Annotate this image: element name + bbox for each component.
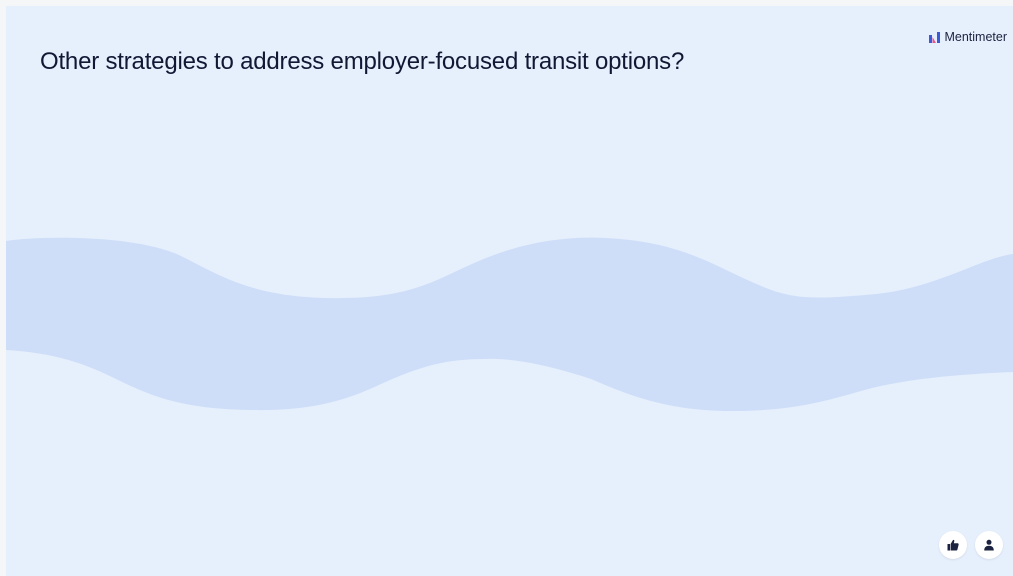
thumbs-up-icon — [947, 539, 959, 551]
like-button[interactable] — [939, 531, 967, 559]
profile-button[interactable] — [975, 531, 1003, 559]
presentation-slide: Other strategies to address employer-foc… — [6, 6, 1013, 576]
mentimeter-brand: Mentimeter — [929, 30, 1007, 44]
slide-question-title: Other strategies to address employer-foc… — [40, 48, 685, 75]
person-icon — [984, 539, 994, 551]
wave-decoration — [6, 237, 1013, 411]
brand-name: Mentimeter — [944, 30, 1007, 44]
mentimeter-logo-icon — [929, 31, 941, 43]
